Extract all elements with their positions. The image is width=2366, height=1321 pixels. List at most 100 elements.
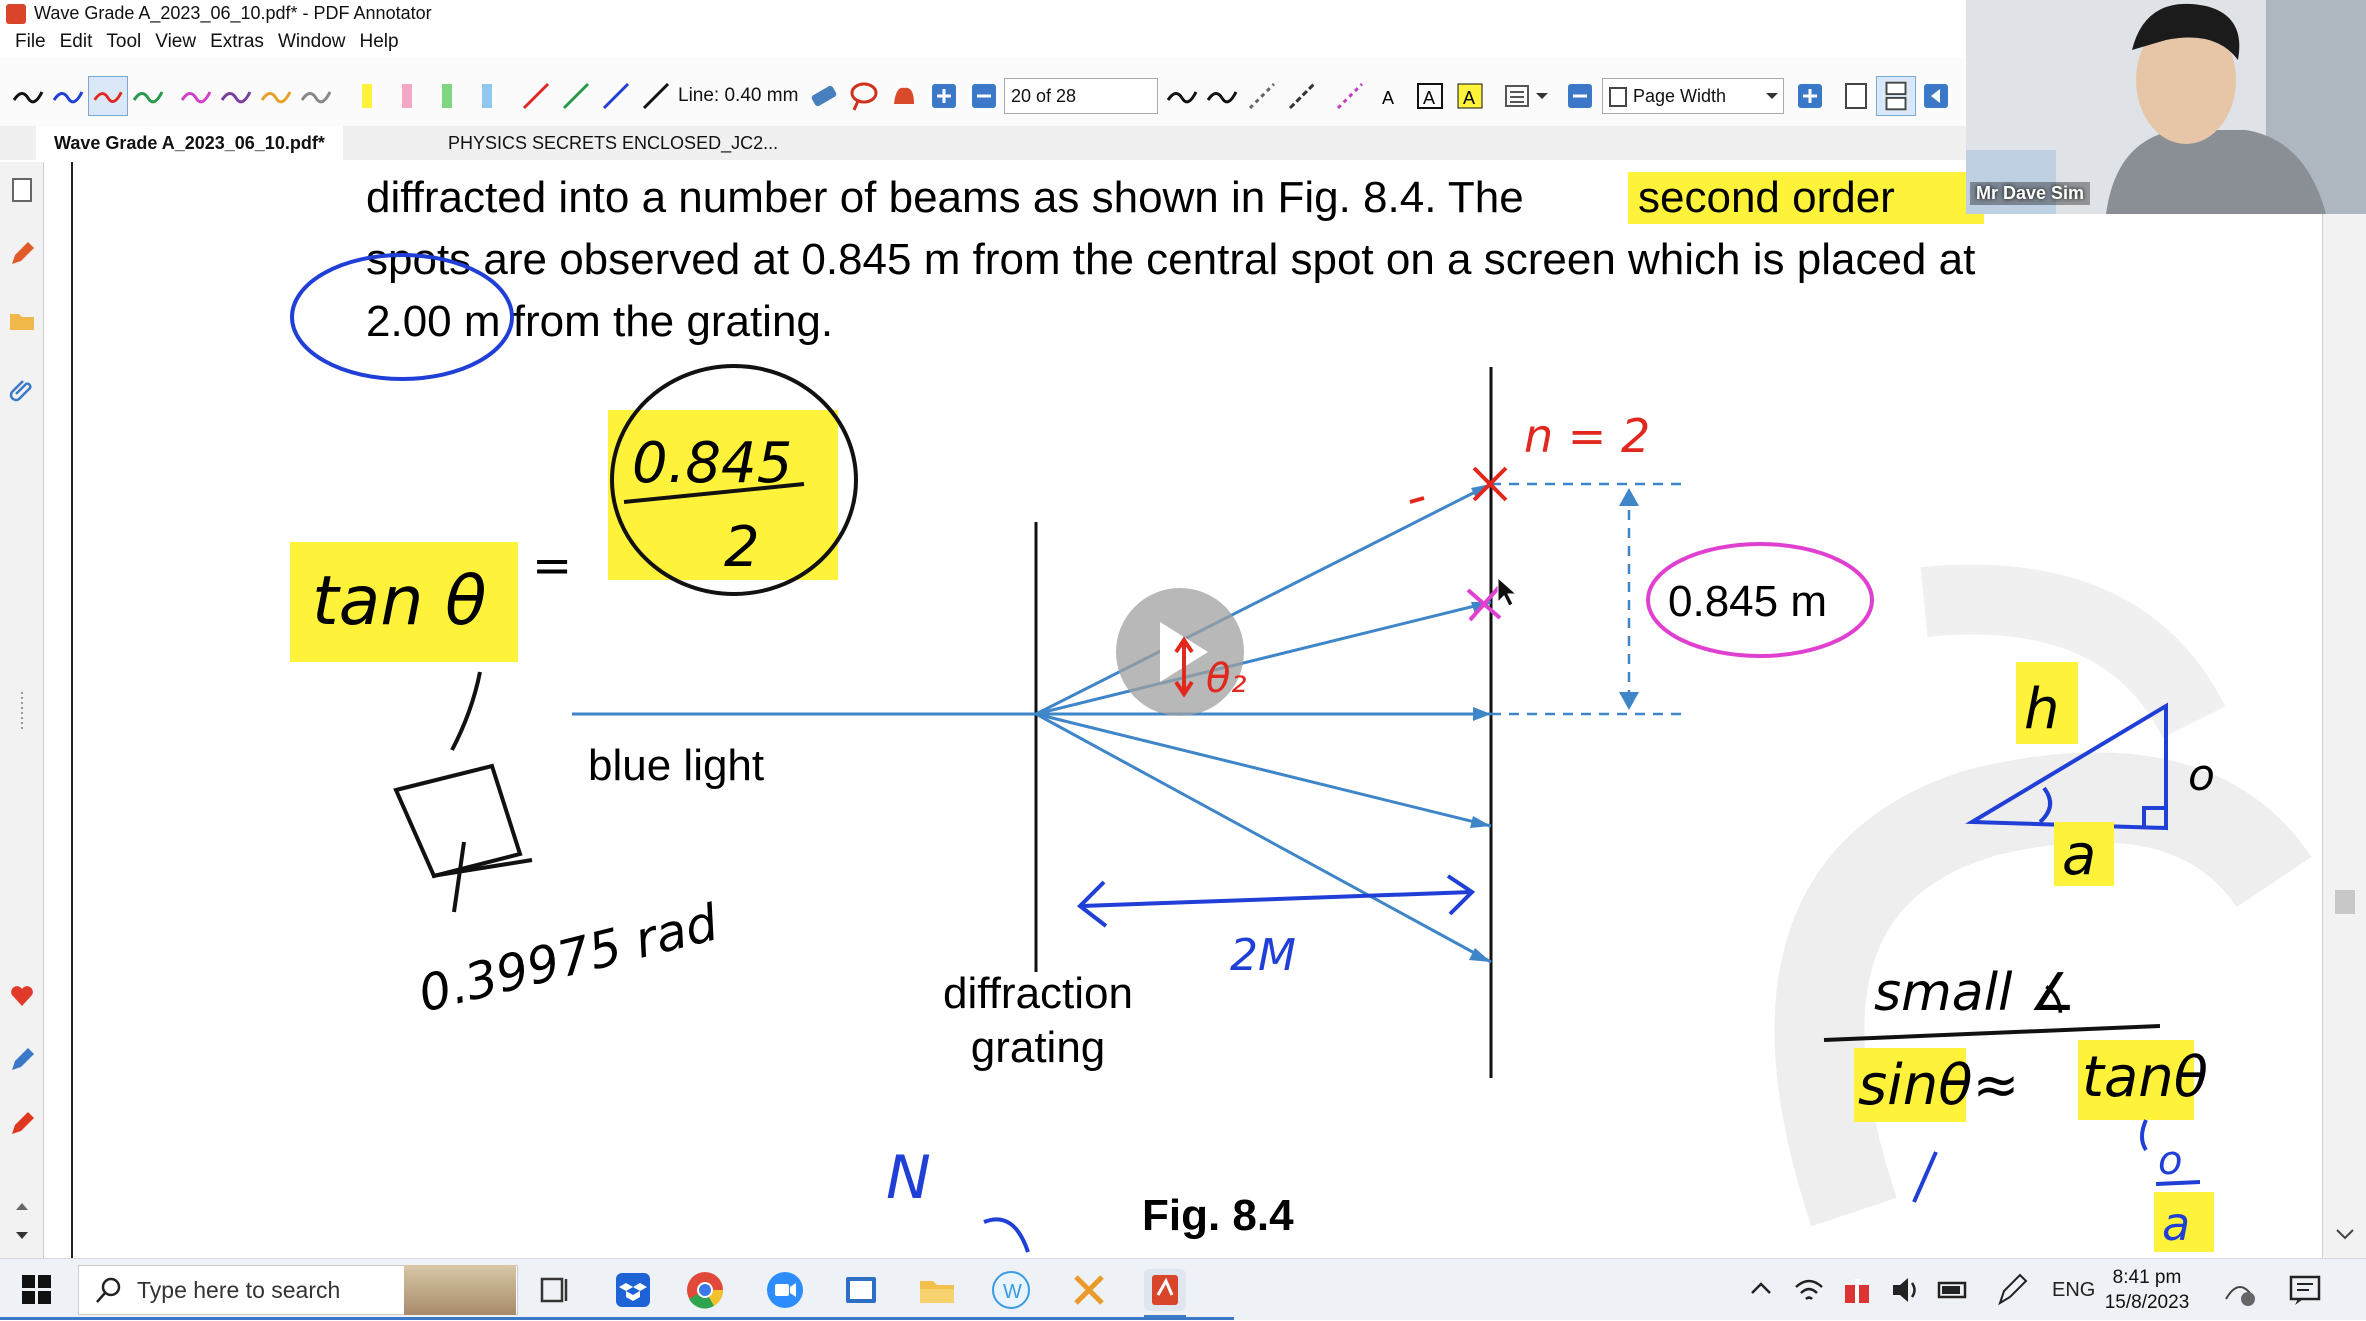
line-width-label[interactable]: Line: 0.40 mm [678,76,798,116]
pen-magenta-icon[interactable] [176,76,216,116]
pdf-annotator-taskbar-icon[interactable] [1144,1269,1186,1311]
marker-red-icon[interactable] [8,1110,36,1138]
page-canvas: diffracted into a number of beams as sho… [71,162,2312,1258]
pen-blue-icon[interactable] [48,76,88,116]
system-clock[interactable]: 8:41 pm 15/8/2023 [2092,1265,2202,1315]
zoom-in-icon[interactable] [1790,76,1830,116]
pencil-icon[interactable] [8,240,36,268]
pen-red-icon[interactable] [88,76,128,116]
text-line-1: diffracted into a number of beams as sho… [366,173,1524,222]
highlight-text-icon[interactable]: A [1450,76,1490,116]
zoom-out-page-icon[interactable] [964,76,1004,116]
zoom-out-icon[interactable] [1560,76,1600,116]
page-number-field[interactable]: 20 of 28 [1004,78,1158,114]
tab-physics-secrets[interactable]: PHYSICS SECRETS ENCLOSED_JC2... [430,126,796,160]
svg-text:A: A [1463,88,1475,108]
pen-black-icon[interactable] [8,76,48,116]
text-second-order: second order [1638,173,1895,222]
chrome-icon[interactable] [684,1269,726,1311]
pdf-annotator-app-icon [6,4,26,24]
menu-file[interactable]: File [8,27,53,57]
marker-blue-icon[interactable] [8,1046,36,1074]
pen-gray-icon[interactable] [296,76,336,116]
highlighter-pink-icon[interactable] [388,76,428,116]
zoom-app-icon[interactable] [764,1269,806,1311]
menu-help[interactable]: Help [353,27,406,57]
menu-edit[interactable]: Edit [53,27,100,57]
zoom-in-page-icon[interactable] [924,76,964,116]
windows-start-icon[interactable] [22,1275,52,1305]
highlighter-green-icon[interactable] [428,76,468,116]
language-indicator[interactable]: ENG [2052,1259,2095,1321]
line-green-icon[interactable] [556,76,596,116]
whiteboard-icon[interactable] [840,1269,882,1311]
gift-tray-icon[interactable] [1840,1269,1874,1311]
vertical-scrollbar[interactable] [2322,162,2366,1258]
line-black-icon[interactable] [636,76,676,116]
text-box-icon[interactable]: A [1410,76,1450,116]
pen-tray-icon[interactable] [1994,1269,2028,1311]
line-blue-icon[interactable] [596,76,636,116]
pen-purple-icon[interactable] [216,76,256,116]
page-thumbnail-icon[interactable] [8,176,36,204]
highlighter-yellow-icon[interactable] [348,76,388,116]
wifi-icon[interactable] [1792,1269,1826,1311]
lasso-icon[interactable] [844,76,884,116]
annotation-result: 0.39975 rad [413,893,724,1023]
notifications-icon[interactable] [2286,1269,2324,1311]
show-hidden-icons-icon[interactable] [1746,1269,1776,1311]
windows-taskbar: Type here to search W ENG 8:41 pm 15/8/2… [0,1258,2366,1320]
annotation-frac-den: 2 [724,515,760,580]
scroll-down-arrow-icon[interactable] [2336,1229,2354,1240]
menu-extras[interactable]: Extras [203,27,271,57]
scroll-up-icon[interactable] [8,1192,36,1220]
scrollbar-thumb[interactable] [2335,890,2355,914]
pen-orange-icon[interactable] [256,76,296,116]
curve-tool-icon[interactable] [1162,76,1202,116]
dashed-magenta-icon[interactable] [1330,76,1370,116]
battery-icon[interactable] [1936,1269,1970,1311]
volume-icon[interactable] [1888,1269,1922,1311]
menu-tool[interactable]: Tool [99,27,148,57]
focus-assist-icon[interactable] [2220,1269,2260,1311]
dropbox-icon[interactable] [612,1269,654,1311]
stamp-dropdown-icon[interactable] [1530,76,1554,116]
scrollbar-track [2335,890,2355,1240]
menu-window[interactable]: Window [271,27,353,57]
title-bar: Wave Grade A_2023_06_10.pdf* - PDF Annot… [0,0,1966,27]
curve-tool-2-icon[interactable] [1202,76,1242,116]
writing-app-icon[interactable]: W [990,1269,1032,1311]
dashed-line-icon[interactable] [1242,76,1282,116]
zoom-dropdown-icon[interactable] [1760,76,1784,116]
text-line-3: 2.00 m from the grating. [366,297,833,346]
file-explorer-icon[interactable] [916,1269,958,1311]
menu-view[interactable]: View [148,27,203,57]
scroll-down-icon[interactable] [8,1222,36,1250]
window-title: Wave Grade A_2023_06_10.pdf* - PDF Annot… [34,3,432,23]
annotation-tan-theta: tan θ [312,562,487,641]
eraser-icon[interactable] [804,76,844,116]
continuous-page-icon[interactable] [1876,76,1916,116]
hand-icon[interactable] [884,76,924,116]
svg-text:W: W [1003,1281,1022,1303]
paperclip-icon[interactable] [8,374,36,402]
line-red-icon[interactable] [516,76,556,116]
snipping-tool-icon[interactable] [1068,1269,1110,1311]
single-page-icon[interactable] [1836,76,1876,116]
pen-green-icon[interactable] [128,76,168,116]
favorites-heart-icon[interactable] [8,982,36,1010]
svg-text:A: A [1423,88,1435,108]
pdf-page[interactable]: diffracted into a number of beams as sho… [44,162,2322,1258]
previous-page-icon[interactable] [1916,76,1956,116]
search-icon [96,1277,121,1303]
highlighter-blue-icon[interactable] [468,76,508,116]
text-tool-icon[interactable]: A [1370,76,1410,116]
folder-icon[interactable] [8,306,36,334]
label-0845m: 0.845 m [1668,577,1827,626]
label-blue-light: blue light [588,741,764,790]
panel-splitter-icon[interactable] [8,682,36,742]
tab-wave-grade[interactable]: Wave Grade A_2023_06_10.pdf* [36,126,343,160]
task-view-icon[interactable] [534,1269,576,1311]
dashed-line-2-icon[interactable] [1282,76,1322,116]
search-highlight-image [404,1265,516,1315]
